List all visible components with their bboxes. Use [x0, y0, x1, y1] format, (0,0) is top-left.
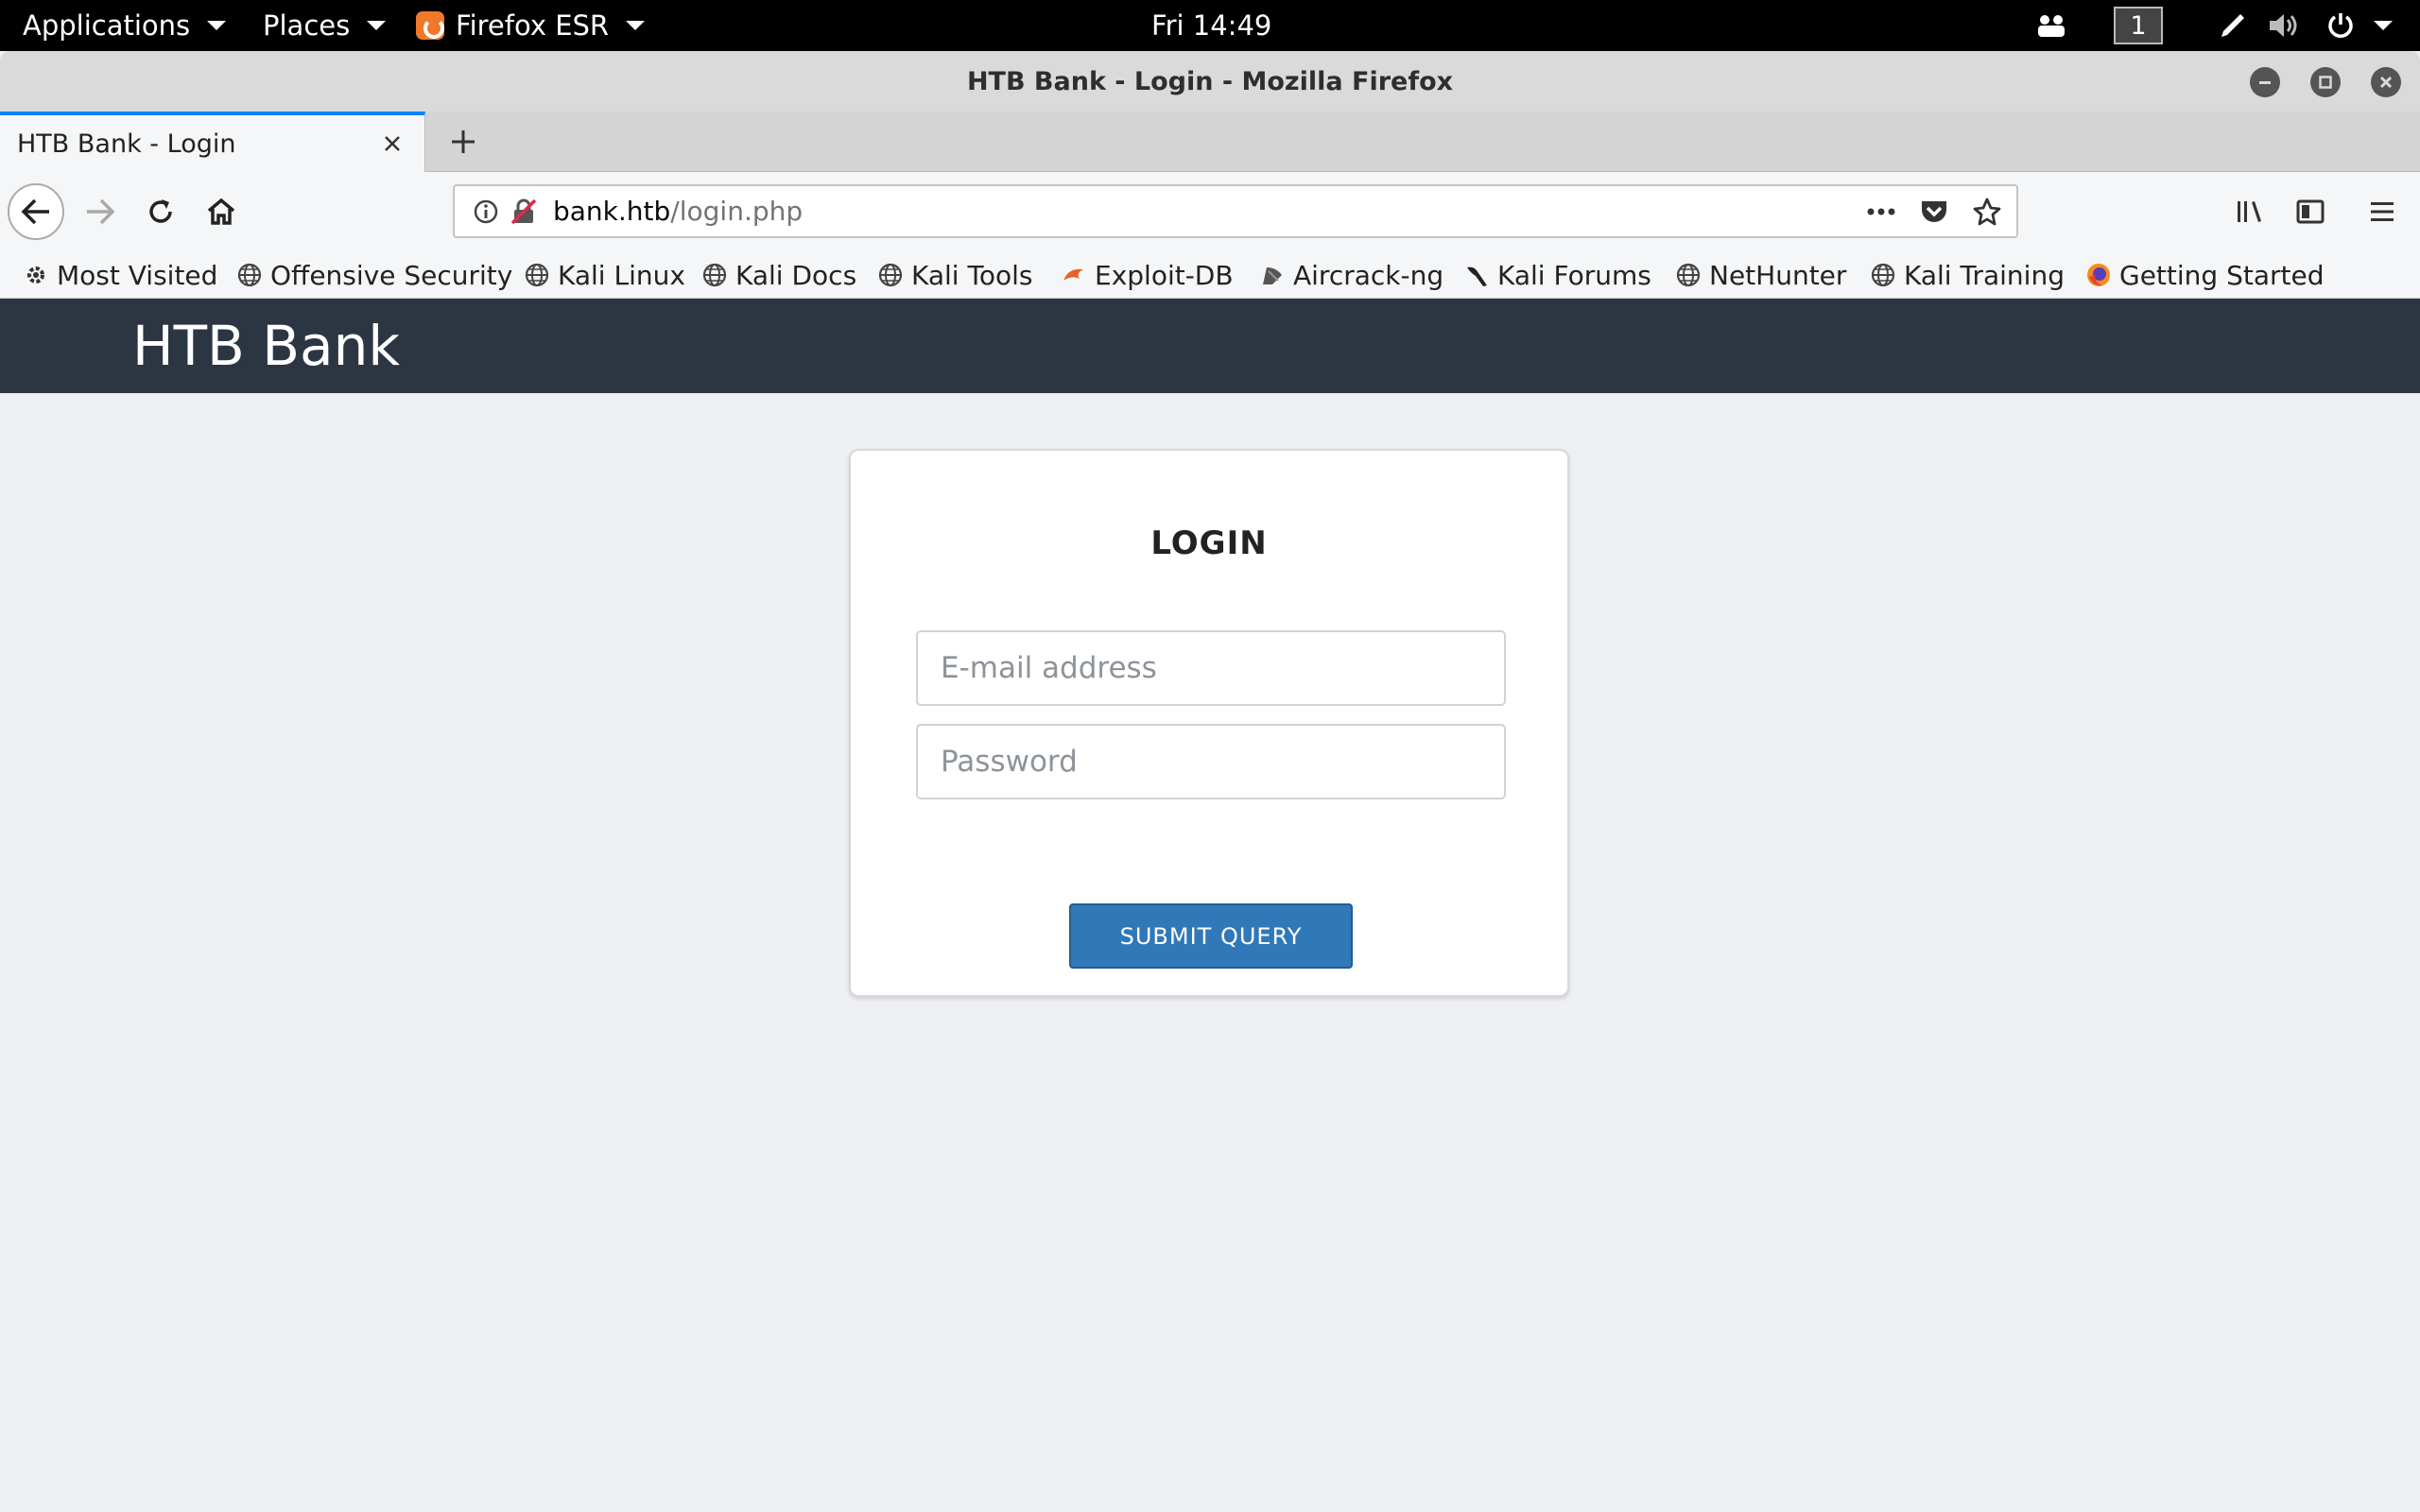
bookmark-label: Kali Training [1904, 259, 2065, 291]
window-titlebar: HTB Bank - Login - Mozilla Firefox [0, 51, 2420, 112]
chevron-down-icon [626, 21, 646, 30]
bookmark-label: Kali Tools [911, 259, 1033, 291]
bookmark-label: Most Visited [57, 259, 218, 291]
url-path: /login.php [670, 196, 804, 227]
sidebar-icon [2296, 199, 2325, 224]
pocket-icon[interactable] [1918, 196, 1950, 228]
tab-title: HTB Bank - Login [17, 129, 236, 159]
tab-htb-bank-login[interactable]: HTB Bank - Login [0, 112, 425, 172]
bookmark-label: NetHunter [1709, 259, 1847, 291]
insecure-lock-icon[interactable] [508, 196, 540, 228]
system-top-bar: Applications Places Firefox ESR Fri 14:4… [0, 0, 2420, 51]
applications-menu-label: Applications [23, 9, 191, 42]
kali-dragon-icon [1463, 262, 1490, 288]
globe-icon [1675, 262, 1702, 288]
minimize-icon [2259, 81, 2271, 84]
bookmark-label: Aircrack-ng [1293, 259, 1444, 291]
library-icon [2238, 201, 2261, 222]
arrow-right-icon [87, 198, 115, 225]
chevron-down-icon [207, 21, 227, 30]
plus-icon [452, 130, 475, 153]
bookmark-most-visited[interactable]: Most Visited [23, 251, 217, 299]
maximize-button[interactable] [2310, 67, 2341, 97]
bookmark-kali-training[interactable]: Kali Training [1870, 251, 2065, 299]
pen-icon[interactable] [2214, 0, 2252, 51]
bookmark-offensive-security[interactable]: Offensive Security [236, 251, 512, 299]
maximize-icon [2319, 76, 2332, 89]
bookmark-nethunter[interactable]: NetHunter [1675, 251, 1846, 299]
submit-query-button[interactable]: SUBMIT QUERY [1069, 903, 1353, 969]
bookmark-label: Kali Linux [558, 259, 685, 291]
info-icon[interactable] [470, 196, 502, 228]
menu-button[interactable] [2354, 183, 2411, 240]
people-icon[interactable] [2032, 0, 2070, 51]
firefox-icon [416, 11, 444, 40]
globe-icon [236, 262, 263, 288]
url-host: bank.htb [553, 196, 671, 227]
url-text: bank.htb/login.php [553, 186, 803, 236]
applications-menu[interactable]: Applications [23, 0, 227, 51]
reload-icon [149, 199, 172, 223]
gear-icon [23, 262, 49, 288]
home-button[interactable] [193, 183, 250, 240]
url-bar[interactable]: bank.htb/login.php [453, 184, 2018, 238]
bookmark-label: Kali Docs [735, 259, 857, 291]
password-field[interactable] [916, 724, 1506, 799]
globe-icon [701, 262, 728, 288]
bookmark-kali-docs[interactable]: Kali Docs [701, 251, 856, 299]
forward-button[interactable] [72, 183, 129, 240]
active-app-menu[interactable]: Firefox ESR [416, 0, 646, 51]
workspace-indicator[interactable]: 1 [2112, 0, 2165, 51]
library-button[interactable] [2221, 183, 2278, 240]
home-icon [207, 198, 235, 225]
reload-button[interactable] [132, 183, 189, 240]
sidebar-button[interactable] [2282, 183, 2339, 240]
bookmark-label: Exploit-DB [1095, 259, 1234, 291]
workspace-number: 1 [2114, 7, 2163, 44]
close-window-button[interactable] [2371, 67, 2401, 97]
bookmark-aircrack-ng[interactable]: Aircrack-ng [1259, 251, 1443, 299]
firefox-icon [2085, 262, 2112, 288]
globe-icon [877, 262, 904, 288]
close-tab-button[interactable] [377, 129, 407, 159]
bookmark-label: Offensive Security [270, 259, 513, 291]
hamburger-menu-icon [2371, 202, 2394, 221]
bookmarks-toolbar: Most Visited Offensive Security Kali Linux… [0, 251, 2420, 299]
back-button[interactable] [8, 183, 64, 240]
places-menu[interactable]: Places [263, 0, 387, 51]
arrow-left-icon [21, 198, 49, 225]
login-title: LOGIN [1150, 524, 1268, 562]
bookmark-kali-linux[interactable]: Kali Linux [524, 251, 685, 299]
bookmark-label: Getting Started [2119, 259, 2325, 291]
exploitdb-icon [1061, 262, 1087, 288]
close-icon [2379, 76, 2393, 89]
aircrack-icon [1259, 262, 1286, 288]
navigation-toolbar: bank.htb/login.php [0, 172, 2420, 251]
bookmark-exploit-db[interactable]: Exploit-DB [1061, 251, 1234, 299]
login-form: LOGIN SUBMIT QUERY [849, 449, 1569, 997]
bookmark-star-icon[interactable] [1971, 196, 2003, 228]
power-icon[interactable] [2322, 0, 2360, 51]
minimize-button[interactable] [2250, 67, 2280, 97]
bookmark-kali-tools[interactable]: Kali Tools [877, 251, 1032, 299]
site-brand[interactable]: HTB Bank [132, 299, 400, 393]
places-menu-label: Places [263, 9, 351, 42]
new-tab-button[interactable] [437, 112, 490, 172]
site-header: HTB Bank [0, 299, 2420, 393]
globe-icon [1870, 262, 1896, 288]
tab-strip: HTB Bank - Login [0, 112, 2420, 172]
close-icon [385, 136, 400, 151]
bookmark-getting-started[interactable]: Getting Started [2085, 251, 2324, 299]
page-actions-icon[interactable] [1865, 196, 1897, 228]
chevron-down-icon [367, 21, 387, 30]
globe-icon [524, 262, 550, 288]
active-app-label: Firefox ESR [456, 9, 610, 42]
clock[interactable]: Fri 14:49 [1151, 0, 1271, 51]
window-title: HTB Bank - Login - Mozilla Firefox [966, 66, 1454, 96]
bookmark-kali-forums[interactable]: Kali Forums [1463, 251, 1651, 299]
volume-icon[interactable] [2265, 0, 2303, 51]
chevron-down-icon[interactable] [2369, 0, 2397, 51]
email-field[interactable] [916, 630, 1506, 706]
bookmark-label: Kali Forums [1497, 259, 1651, 291]
